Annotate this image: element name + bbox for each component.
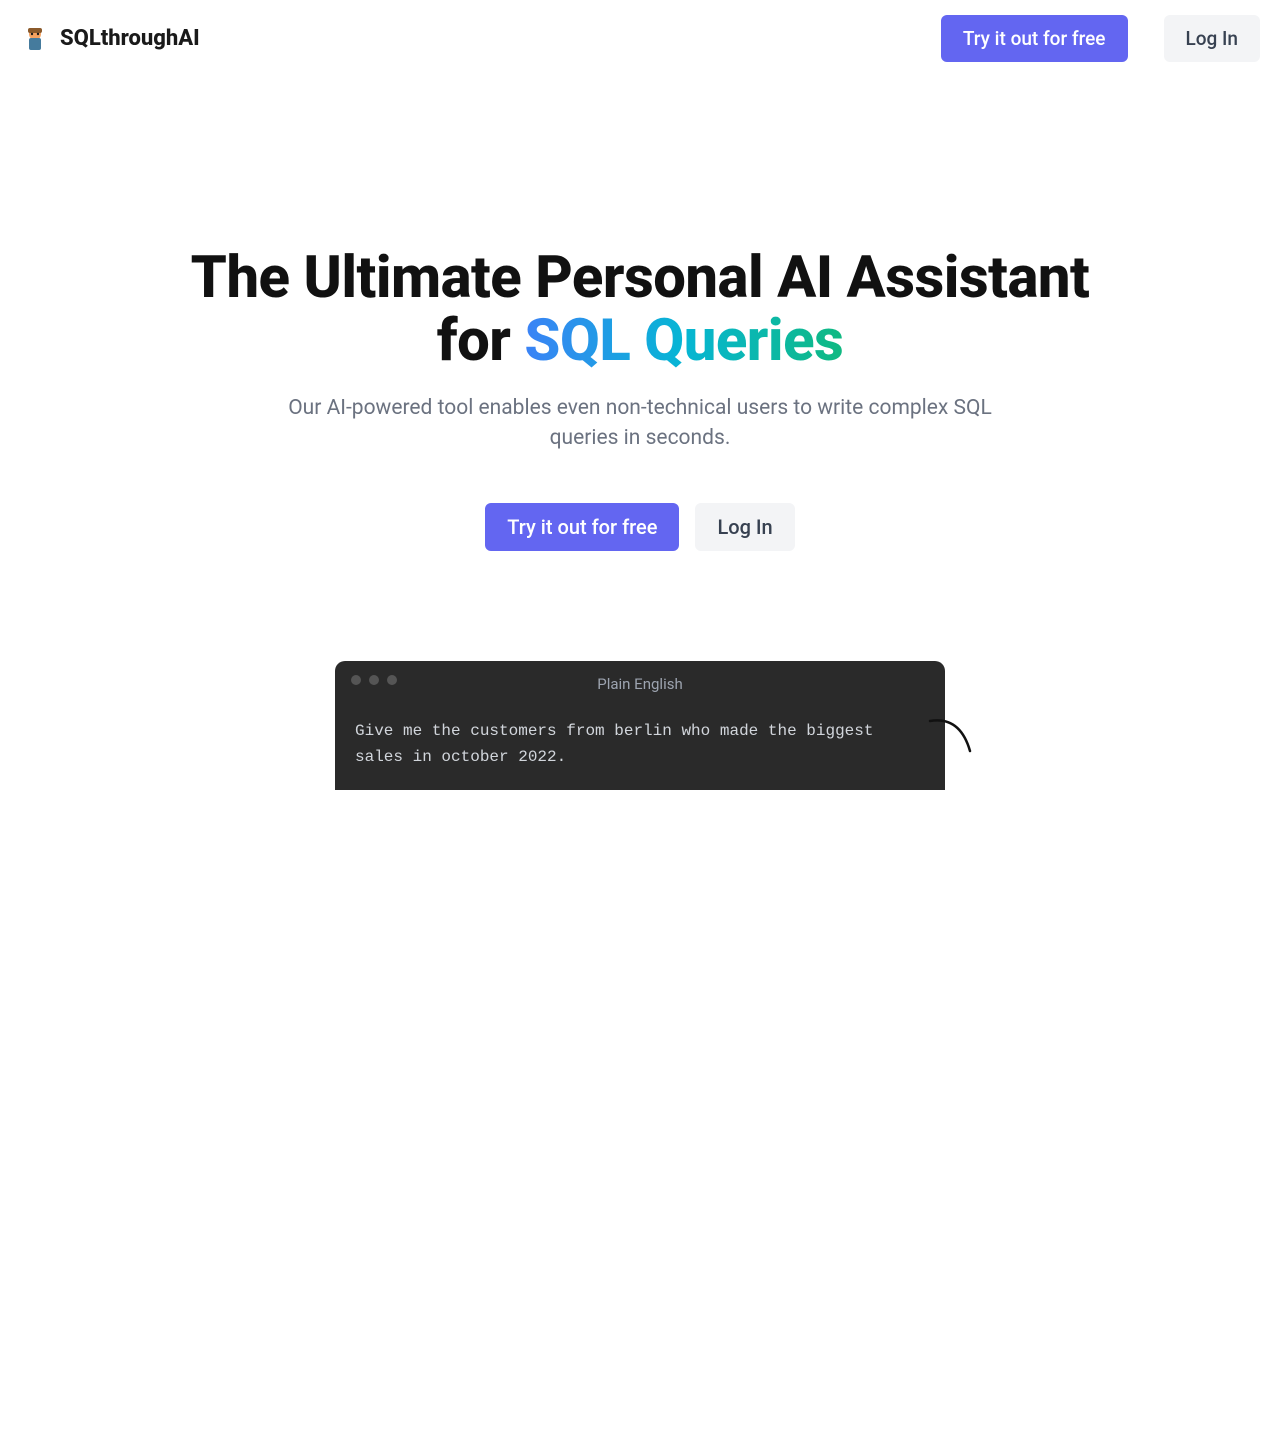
hero-subtitle: Our AI-powered tool enables even non-tec… [255, 394, 1025, 453]
demo-panel: Plain English Give me the customers from… [335, 661, 945, 790]
scroll-spacer [0, 790, 1280, 1440]
window-dot-icon [387, 675, 397, 685]
hero-try-button[interactable]: Try it out for free [485, 503, 679, 551]
hero-title-prefix: for [437, 307, 525, 375]
brand[interactable]: SQLthroughAI [20, 24, 200, 54]
arrow-icon [925, 711, 985, 771]
logo-icon [20, 24, 50, 54]
window-controls [351, 675, 397, 685]
header-login-button[interactable]: Log In [1164, 15, 1261, 62]
header: SQLthroughAI Try it out for free Log In [0, 0, 1280, 77]
hero-title: The Ultimate Personal AI Assistant for S… [40, 247, 1240, 372]
demo-panel-text: Give me the customers from berlin who ma… [355, 719, 925, 770]
hero-title-gradient: SQL Queries [524, 307, 843, 375]
brand-name: SQLthroughAI [60, 26, 200, 51]
window-dot-icon [351, 675, 361, 685]
demo-container: Plain English Give me the customers from… [0, 661, 1280, 790]
demo-panel-title: Plain English [355, 675, 925, 693]
header-try-button[interactable]: Try it out for free [941, 15, 1128, 62]
hero-actions: Try it out for free Log In [40, 503, 1240, 551]
window-dot-icon [369, 675, 379, 685]
hero-title-line1: The Ultimate Personal AI Assistant [191, 244, 1090, 312]
hero-section: The Ultimate Personal AI Assistant for S… [0, 77, 1280, 551]
header-actions: Try it out for free Log In [941, 15, 1260, 62]
hero-login-button[interactable]: Log In [695, 503, 794, 551]
